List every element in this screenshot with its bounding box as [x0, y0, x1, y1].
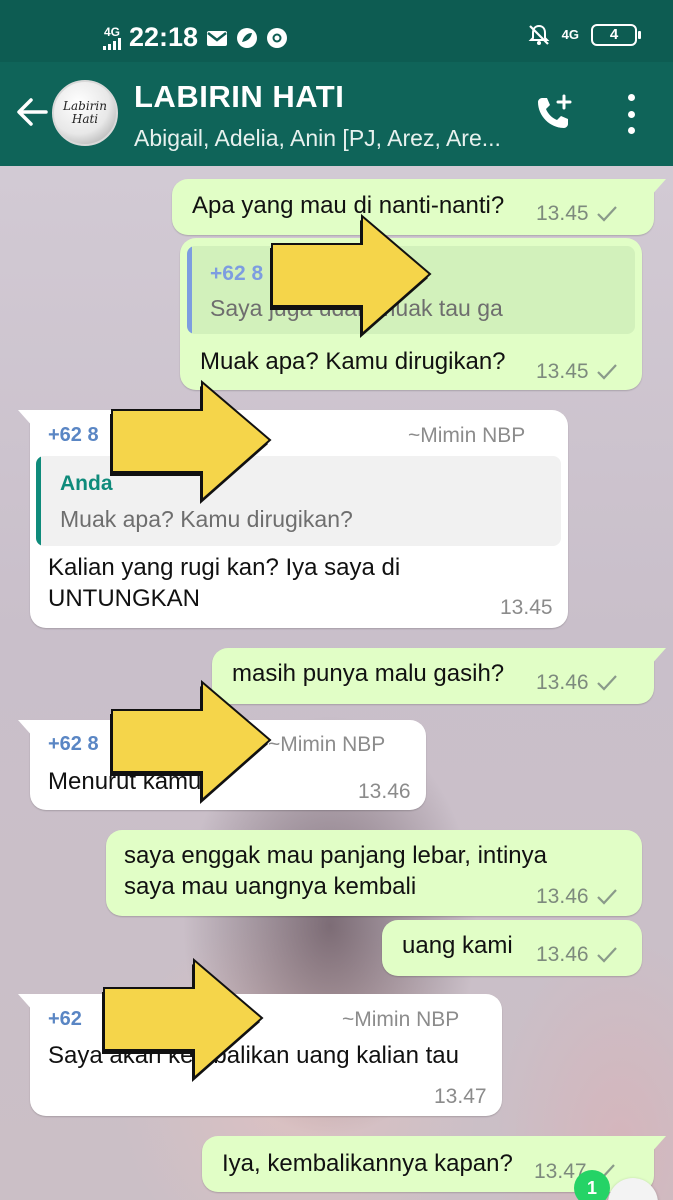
- group-avatar[interactable]: Labirin Hati: [52, 80, 118, 146]
- quoted-sender: +62 8: [210, 262, 264, 285]
- message-text-line2: saya mau uangnya kembali: [124, 873, 417, 900]
- battery-icon: 4: [591, 24, 641, 46]
- bubble-tail: [650, 1136, 666, 1154]
- sender-alias: ~Mimin NBP: [268, 733, 386, 756]
- sender-alias: ~Mimin NBP: [408, 424, 526, 447]
- status-right: 4G 4: [528, 24, 641, 46]
- bubble-tail: [650, 648, 666, 666]
- message-time: 13.47: [434, 1085, 487, 1108]
- message-time: 13.46: [358, 780, 411, 803]
- battery-level: 4: [609, 26, 619, 43]
- message-time: 13.45: [500, 596, 553, 619]
- quoted-text: Muak apa? Kamu dirugikan?: [60, 506, 353, 532]
- quote-bar: [187, 246, 192, 334]
- message-outgoing[interactable]: uang kami 13.46: [382, 920, 642, 976]
- message-text-line1: saya enggak mau panjang lebar, intinya: [124, 842, 547, 869]
- group-title[interactable]: LABIRIN HATI: [134, 79, 344, 115]
- message-time: 13.46: [536, 943, 589, 966]
- sender-number[interactable]: +62 8: [48, 733, 99, 756]
- bubble-tail: [18, 720, 34, 738]
- bubble-tail: [18, 994, 34, 1012]
- chat-header: Labirin Hati LABIRIN HATI Abigail, Adeli…: [0, 62, 673, 166]
- message-text: uang kami: [402, 932, 513, 959]
- unread-count-badge[interactable]: 1: [574, 1170, 610, 1200]
- sender-number[interactable]: +62 8: [48, 424, 99, 447]
- more-options-icon[interactable]: [620, 94, 642, 134]
- signal-4g-icon: 4G: [103, 26, 121, 50]
- message-text: Iya, kembalikannya kapan?: [222, 1150, 513, 1177]
- avatar-text-line2: Hati: [71, 112, 99, 126]
- sender-alias: ~Mimin NBP: [342, 1008, 460, 1031]
- message-time: 13.45: [536, 360, 589, 383]
- sent-tick-icon: [597, 947, 617, 963]
- quote-bar: [36, 456, 41, 546]
- group-participants[interactable]: Abigail, Adelia, Anin [PJ, Arez, Are...: [134, 125, 514, 152]
- message-time: 13.45: [536, 202, 589, 225]
- sent-tick-icon: [597, 206, 617, 222]
- app-notification-icon: [237, 27, 258, 48]
- chrome-icon: [267, 27, 288, 48]
- message-outgoing[interactable]: saya enggak mau panjang lebar, intinya s…: [106, 830, 642, 916]
- message-text-line2: UNTUNGKAN: [48, 585, 201, 612]
- yellow-arrow-overlay: [270, 213, 432, 338]
- message-text: masih punya malu gasih?: [232, 660, 505, 687]
- add-call-icon[interactable]: [534, 92, 576, 134]
- message-time: 13.46: [536, 885, 589, 908]
- yellow-arrow-overlay: [110, 679, 272, 804]
- sent-tick-icon: [597, 889, 617, 905]
- back-arrow-icon[interactable]: [12, 92, 52, 132]
- network-4g-icon: 4G: [561, 27, 579, 42]
- message-time: 13.46: [536, 671, 589, 694]
- clock: 22:18: [129, 22, 199, 52]
- yellow-arrow-overlay: [110, 379, 272, 504]
- message-outgoing[interactable]: masih punya malu gasih? 13.46: [212, 648, 666, 704]
- message-text: Muak apa? Kamu dirugikan?: [200, 348, 506, 375]
- sent-tick-icon: [597, 675, 617, 691]
- sender-number[interactable]: +62: [48, 1008, 82, 1031]
- yellow-arrow-overlay: [102, 957, 264, 1082]
- mute-notifications-icon: [528, 24, 550, 45]
- bubble-tail: [650, 179, 666, 197]
- gmail-icon: [207, 30, 228, 46]
- chat-area[interactable]: Apa yang mau di nanti-nanti? 13.45 +62 8…: [0, 166, 673, 1200]
- status-bar: 4G 22:18 4G 4: [0, 0, 673, 62]
- status-left: 4G 22:18: [103, 22, 288, 53]
- message-text-line1: Kalian yang rugi kan? Iya saya di: [48, 554, 401, 581]
- sent-tick-icon: [597, 364, 617, 380]
- signal-label: 4G: [103, 24, 120, 39]
- bubble-tail: [18, 410, 34, 428]
